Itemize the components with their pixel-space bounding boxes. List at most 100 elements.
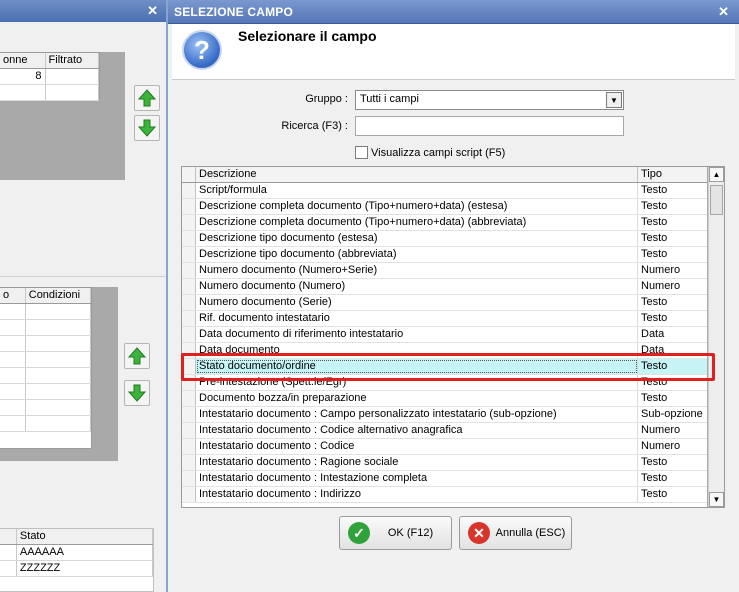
cell-tipo[interactable]: Testo xyxy=(638,247,707,262)
dialog-close-icon[interactable]: ✕ xyxy=(718,4,729,20)
row-indicator[interactable] xyxy=(182,247,196,262)
table-row[interactable]: Numero documento (Serie) Testo xyxy=(182,295,707,311)
scroll-down-icon[interactable]: ▼ xyxy=(709,492,724,507)
table-row[interactable]: Intestatario documento : Codice Numero xyxy=(182,439,707,455)
cell-descrizione[interactable]: Numero documento (Numero) xyxy=(196,279,638,294)
move-down-button[interactable] xyxy=(124,380,150,406)
cell-tipo[interactable]: Testo xyxy=(638,471,707,486)
chevron-down-icon[interactable]: ▼ xyxy=(606,92,622,108)
cell-tipo[interactable]: Data xyxy=(638,327,707,342)
cell-descrizione[interactable]: Descrizione completa documento (Tipo+num… xyxy=(196,199,638,214)
table-row[interactable]: Data documento di riferimento intestatar… xyxy=(182,327,707,343)
cell-descrizione[interactable]: Rif. documento intestatario xyxy=(196,311,638,326)
table-row[interactable]: Numero documento (Numero+Serie) Numero xyxy=(182,263,707,279)
gruppo-select[interactable]: Tutti i campi ▼ xyxy=(355,90,624,110)
move-up-button[interactable] xyxy=(124,343,150,369)
row-indicator[interactable] xyxy=(182,263,196,278)
row-indicator[interactable] xyxy=(182,231,196,246)
row-indicator[interactable] xyxy=(182,455,196,470)
bottom-table-header: Stato xyxy=(17,529,153,544)
row-indicator[interactable] xyxy=(182,439,196,454)
column-header-descrizione[interactable]: Descrizione xyxy=(196,167,638,182)
table-row[interactable]: Rif. documento intestatario Testo xyxy=(182,311,707,327)
cell-tipo[interactable]: Sub-opzione xyxy=(638,407,707,422)
cell-tipo[interactable]: Numero xyxy=(638,263,707,278)
row-indicator[interactable] xyxy=(182,183,196,198)
cell-descrizione[interactable]: Intestatario documento : Codice xyxy=(196,439,638,454)
table-row[interactable]: Numero documento (Numero) Numero xyxy=(182,279,707,295)
table-row[interactable]: Descrizione tipo documento (abbreviata) T… xyxy=(182,247,707,263)
table-row[interactable]: Intestatario documento : Intestazione co… xyxy=(182,471,707,487)
cell-tipo[interactable]: Testo xyxy=(638,215,707,230)
bottom-table-cell[interactable]: ZZZZZZ xyxy=(17,561,153,576)
cell-descrizione[interactable]: Numero documento (Serie) xyxy=(196,295,638,310)
cell-tipo[interactable]: Testo xyxy=(638,295,707,310)
cell-tipo[interactable]: Numero xyxy=(638,439,707,454)
script-fields-checkbox[interactable] xyxy=(355,146,368,159)
table-row[interactable]: Script/formula Testo xyxy=(182,183,707,199)
cancel-button[interactable]: ✕ Annulla (ESC) xyxy=(459,516,572,550)
cell-descrizione[interactable]: Descrizione tipo documento (abbreviata) xyxy=(196,247,638,262)
cell-tipo[interactable]: Testo xyxy=(638,455,707,470)
row-indicator[interactable] xyxy=(182,311,196,326)
move-down-button[interactable] xyxy=(134,115,160,141)
top-table-cell[interactable] xyxy=(0,85,46,100)
cell-tipo[interactable]: Testo xyxy=(638,183,707,198)
top-table-cell[interactable] xyxy=(46,69,99,84)
cell-tipo[interactable]: Testo xyxy=(638,199,707,214)
table-row[interactable]: Intestatario documento : Campo personali… xyxy=(182,407,707,423)
mid-table: o Condizioni xyxy=(0,287,92,449)
bottom-table: Stato AAAAAA ZZZZZZ xyxy=(0,528,154,592)
table-row[interactable]: Documento bozza/in preparazione Testo xyxy=(182,391,707,407)
row-indicator[interactable] xyxy=(182,295,196,310)
ok-button[interactable]: ✓ OK (F12) xyxy=(339,516,452,550)
move-up-button[interactable] xyxy=(134,85,160,111)
cell-descrizione[interactable]: Intestatario documento : Intestazione co… xyxy=(196,471,638,486)
table-row[interactable]: Intestatario documento : Ragione sociale… xyxy=(182,455,707,471)
cell-tipo[interactable]: Testo xyxy=(638,391,707,406)
table-row[interactable]: Intestatario documento : Indirizzo Testo xyxy=(182,487,707,503)
background-close-icon[interactable]: ✕ xyxy=(147,3,158,19)
top-table-header: Filtrato xyxy=(46,53,99,68)
row-indicator[interactable] xyxy=(182,199,196,214)
cell-descrizione[interactable]: Script/formula xyxy=(196,183,638,198)
ricerca-input[interactable] xyxy=(355,116,624,136)
row-indicator[interactable] xyxy=(182,327,196,342)
column-header-tipo[interactable]: Tipo xyxy=(638,167,707,182)
row-indicator[interactable] xyxy=(182,487,196,502)
table-row[interactable]: Intestatario documento : Codice alternat… xyxy=(182,423,707,439)
cell-descrizione[interactable]: Documento bozza/in preparazione xyxy=(196,391,638,406)
row-indicator[interactable] xyxy=(182,215,196,230)
cell-tipo[interactable]: Testo xyxy=(638,231,707,246)
background-window: ✕ onne Filtrato 8 o Condizioni Stato AAA… xyxy=(0,0,166,592)
cell-tipo[interactable]: Numero xyxy=(638,279,707,294)
top-table-header: onne xyxy=(0,53,46,68)
table-row[interactable]: Descrizione completa documento (Tipo+num… xyxy=(182,215,707,231)
top-table-cell[interactable]: 8 xyxy=(0,69,46,84)
cell-tipo[interactable]: Numero xyxy=(638,423,707,438)
cell-descrizione[interactable]: Descrizione tipo documento (estesa) xyxy=(196,231,638,246)
cell-descrizione[interactable]: Intestatario documento : Indirizzo xyxy=(196,487,638,502)
scroll-thumb[interactable] xyxy=(710,185,723,215)
dialog-header: ? Selezionare il campo xyxy=(172,24,735,80)
cell-tipo[interactable]: Testo xyxy=(638,487,707,502)
scroll-up-icon[interactable]: ▲ xyxy=(709,167,724,182)
dialog-heading: Selezionare il campo xyxy=(238,28,377,44)
cell-tipo[interactable]: Testo xyxy=(638,311,707,326)
bottom-table-cell[interactable]: AAAAAA xyxy=(17,545,153,560)
table-row[interactable]: Descrizione tipo documento (estesa) Testo xyxy=(182,231,707,247)
cell-descrizione[interactable]: Intestatario documento : Campo personali… xyxy=(196,407,638,422)
cell-descrizione[interactable]: Intestatario documento : Ragione sociale xyxy=(196,455,638,470)
row-indicator[interactable] xyxy=(182,423,196,438)
top-table-cell[interactable] xyxy=(46,85,99,100)
grid-scrollbar[interactable]: ▲ ▼ xyxy=(708,167,724,507)
row-indicator[interactable] xyxy=(182,279,196,294)
cell-descrizione[interactable]: Intestatario documento : Codice alternat… xyxy=(196,423,638,438)
row-indicator[interactable] xyxy=(182,391,196,406)
row-indicator[interactable] xyxy=(182,407,196,422)
cell-descrizione[interactable]: Descrizione completa documento (Tipo+num… xyxy=(196,215,638,230)
cell-descrizione[interactable]: Data documento di riferimento intestatar… xyxy=(196,327,638,342)
row-indicator[interactable] xyxy=(182,471,196,486)
table-row[interactable]: Descrizione completa documento (Tipo+num… xyxy=(182,199,707,215)
cell-descrizione[interactable]: Numero documento (Numero+Serie) xyxy=(196,263,638,278)
